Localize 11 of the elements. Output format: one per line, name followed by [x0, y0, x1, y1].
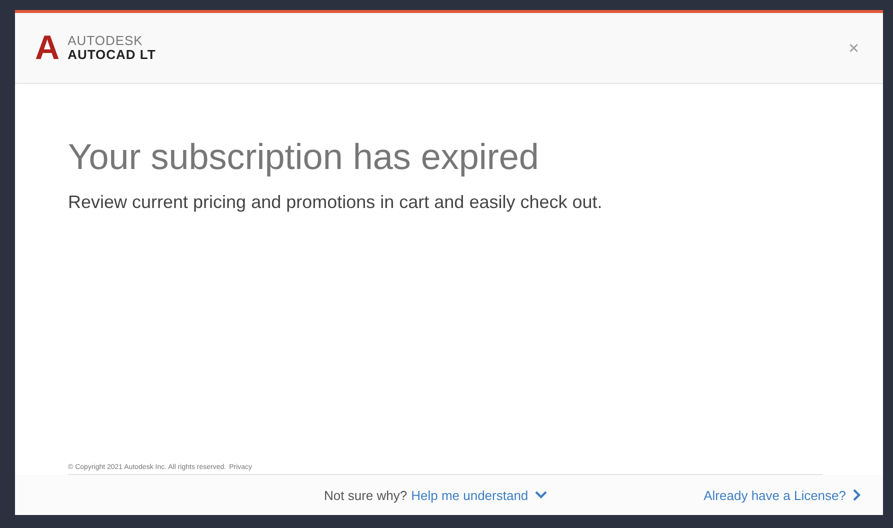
license-link[interactable]: Already have a License? [704, 488, 846, 502]
dialog-title: Your subscription has expired [68, 136, 540, 178]
company-name: AUTODESK [68, 34, 144, 48]
chevron-down-icon [535, 491, 548, 499]
dialog-message: Review current pricing and promotions in cart and easily check out. [68, 192, 604, 213]
help-link[interactable]: Help me understand [411, 488, 528, 502]
logo-letter: A [35, 31, 60, 65]
question-text: Not sure why? [324, 488, 408, 502]
chevron-right-icon [853, 489, 861, 501]
close-button[interactable]: × [844, 38, 863, 58]
product-name: AUTOCAD LT [68, 48, 156, 62]
